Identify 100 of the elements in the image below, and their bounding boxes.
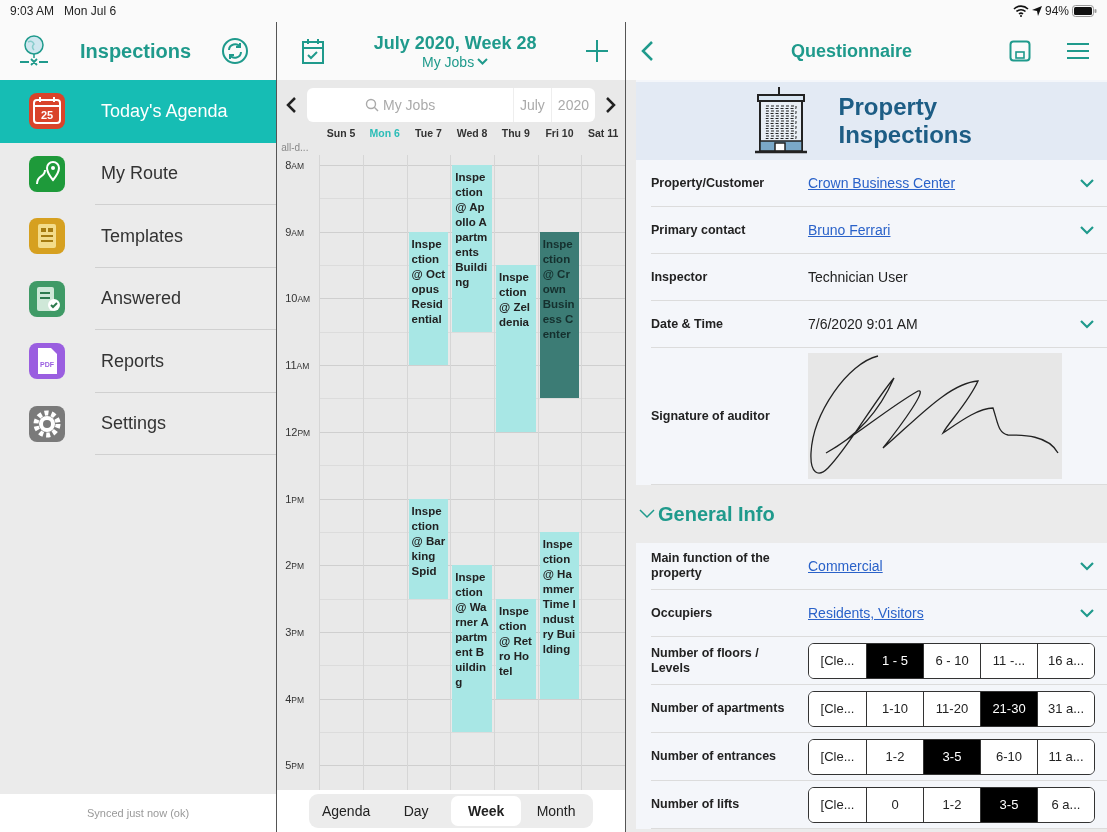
- dropdown-chevron-icon[interactable]: [1079, 225, 1095, 235]
- form-title: Property Inspections: [838, 93, 973, 149]
- menu-icon[interactable]: [1067, 42, 1089, 60]
- add-icon[interactable]: [585, 39, 609, 63]
- search-icon: [365, 98, 380, 112]
- hour-label: 11AM: [285, 359, 310, 372]
- calendar-check-icon[interactable]: [301, 37, 326, 65]
- field-label: Occupiers: [651, 605, 714, 621]
- choice-option[interactable]: 6 a...: [1037, 787, 1094, 822]
- sync-icon[interactable]: [221, 37, 250, 65]
- field-link[interactable]: Bruno Ferrari: [808, 222, 891, 238]
- choice-option[interactable]: 21-30: [980, 691, 1037, 726]
- calendar-event[interactable]: Inspection @ Octopus Residential: [408, 231, 449, 366]
- field-label: Number of lifts: [651, 797, 741, 812]
- view-tab[interactable]: Day: [381, 796, 452, 826]
- choice-option[interactable]: 11-20: [923, 691, 980, 726]
- choice-option[interactable]: 1-10: [866, 691, 923, 726]
- choice-option[interactable]: 11 a...: [1037, 739, 1094, 774]
- choice-option[interactable]: 31 a...: [1037, 691, 1094, 726]
- hour-label: 12PM: [285, 425, 311, 438]
- day-header[interactable]: Thu 9: [493, 127, 538, 139]
- choice-option[interactable]: 3-5: [923, 739, 980, 774]
- choice-option[interactable]: 1 - 5: [866, 643, 923, 678]
- field-label: Signature of auditor: [651, 408, 771, 424]
- field-label: Main function of the property: [651, 551, 771, 581]
- choice-option[interactable]: 11 -...: [980, 643, 1037, 678]
- field-value: 7/6/2020 9:01 AM: [808, 316, 919, 332]
- wifi-icon: [1012, 5, 1029, 17]
- location-icon: [1031, 6, 1042, 16]
- back-icon[interactable]: [640, 40, 654, 62]
- field-value: Technician User: [808, 269, 909, 285]
- globe-icon[interactable]: [18, 34, 50, 68]
- field-label: Number of apartments: [651, 701, 786, 716]
- field-link[interactable]: Crown Business Center: [808, 175, 956, 191]
- hour-label: 3PM: [285, 625, 305, 638]
- search-field[interactable]: My Jobs: [381, 96, 456, 114]
- choice-option[interactable]: [Cle...: [809, 739, 866, 774]
- day-header[interactable]: Sat 11: [581, 127, 625, 139]
- hour-label: 4PM: [285, 692, 305, 705]
- dropdown-chevron-icon[interactable]: [1079, 561, 1095, 571]
- hour-label: 8AM: [285, 159, 305, 171]
- choice-option[interactable]: 1-2: [923, 787, 980, 822]
- calendar-app-icon: 25: [29, 93, 65, 130]
- hour-label: 10AM: [285, 292, 311, 305]
- chevron-icon: [638, 508, 656, 520]
- save-button[interactable]: [1009, 40, 1031, 62]
- nav-item[interactable]: Answered: [0, 267, 277, 330]
- day-header[interactable]: Sun 5: [319, 127, 363, 139]
- field-label: Date & Time: [651, 316, 724, 332]
- field-link[interactable]: Commercial: [808, 558, 883, 574]
- field-label: Number of floors / Levels: [651, 645, 760, 676]
- field-label: Primary contact: [651, 222, 747, 238]
- field-link[interactable]: Residents, Visitors: [808, 605, 924, 621]
- building-icon: [754, 87, 807, 155]
- dropdown-chevron-icon[interactable]: [1079, 608, 1095, 618]
- choice-option[interactable]: [Cle...: [809, 691, 866, 726]
- view-tab[interactable]: Agenda: [311, 796, 382, 826]
- dropdown-chevron-icon[interactable]: [1079, 319, 1095, 329]
- all-day-label: all-d...: [280, 142, 310, 155]
- nav-item[interactable]: My Route: [0, 142, 277, 205]
- choice-option[interactable]: 6 - 10: [923, 643, 980, 678]
- status-date: Mon Jul 6: [64, 4, 117, 18]
- nav-item[interactable]: 25 Today's Agenda: [0, 80, 277, 143]
- app-title: Inspections: [80, 39, 192, 63]
- hour-label: 2PM: [285, 559, 305, 572]
- choice-option[interactable]: 0: [866, 787, 923, 822]
- calendar-event[interactable]: Inspection @ Hammer Time Industry Building: [539, 531, 580, 699]
- calendar-event[interactable]: Inspection @ Retro Hotel: [496, 598, 536, 699]
- calendar-event[interactable]: Inspection @ Warner Apartment Building: [452, 565, 492, 732]
- hour-label: 1PM: [285, 492, 305, 505]
- previous-week-icon[interactable]: [285, 96, 298, 114]
- status-time: 9:03 AM: [10, 4, 55, 18]
- choice-option[interactable]: [Cle...: [809, 643, 866, 678]
- view-tab[interactable]: Week: [451, 796, 522, 826]
- field-label: Inspector: [651, 269, 709, 285]
- day-header[interactable]: Tue 7: [406, 127, 451, 139]
- calendar-event[interactable]: Inspection @ Zeldenia: [496, 265, 536, 432]
- view-tab[interactable]: Month: [521, 796, 592, 826]
- day-header[interactable]: Fri 10: [537, 127, 582, 139]
- hour-label: 9AM: [285, 225, 305, 238]
- choice-option[interactable]: [Cle...: [809, 787, 866, 822]
- next-week-icon[interactable]: [605, 96, 617, 114]
- dropdown-chevron-icon[interactable]: [1079, 178, 1095, 188]
- calendar-event[interactable]: Inspection @ Apollo Apartments Building: [452, 165, 492, 332]
- screen-title: Questionnaire: [790, 40, 913, 62]
- signature-drawing[interactable]: [808, 353, 1062, 479]
- battery-percentage: 94%: [1044, 4, 1069, 18]
- battery-icon: [1072, 5, 1097, 17]
- day-header[interactable]: Wed 8: [450, 127, 494, 139]
- choice-option[interactable]: 1-2: [866, 739, 923, 774]
- calendar-event[interactable]: Inspection @ Barking Spid: [408, 498, 449, 599]
- nav-item[interactable]: Templates: [0, 205, 277, 268]
- choice-option[interactable]: 16 a...: [1037, 643, 1094, 678]
- nav-item[interactable]: Settings: [0, 392, 277, 455]
- choice-option[interactable]: 3-5: [980, 787, 1037, 822]
- choice-option[interactable]: 6-10: [980, 739, 1037, 774]
- week-title: July 2020, Week 28: [373, 32, 537, 54]
- chevron-down-icon: [477, 58, 489, 65]
- sync-status: Synced just now (ok): [0, 794, 277, 832]
- hour-label: 5PM: [285, 759, 305, 772]
